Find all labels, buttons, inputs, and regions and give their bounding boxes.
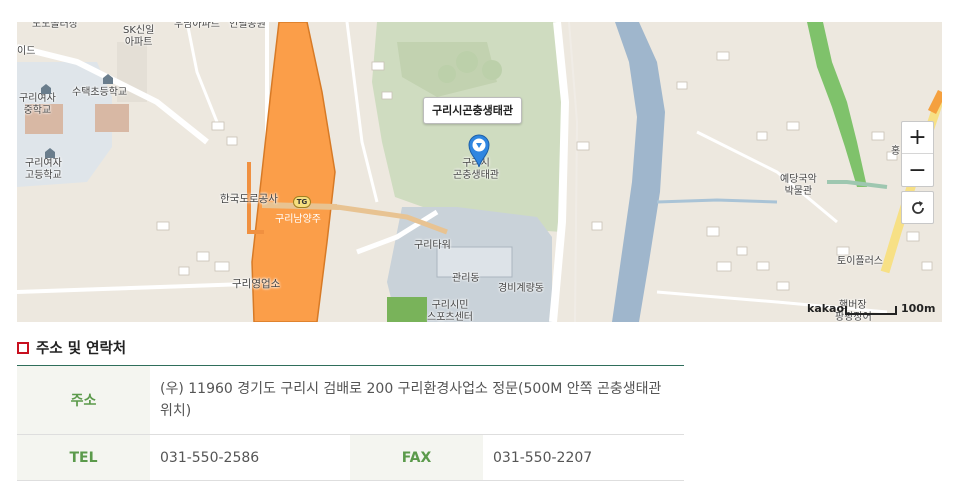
scale-bar — [845, 306, 897, 315]
map-view[interactable]: 노노돌러상 SK신일 아파트 우남아파트 인필공원 이드 구리여자 중학교 수택… — [17, 22, 942, 322]
section-title-text: 주소 및 연락처 — [36, 341, 127, 357]
map-label-guri-namyangju: 구리남양주 — [275, 214, 321, 225]
refresh-icon — [911, 200, 924, 214]
tollgate-badge: TG — [293, 196, 311, 208]
school-icon — [103, 74, 113, 84]
section-bullet-icon — [17, 341, 29, 354]
address-row: 주소 (우) 11960 경기도 구리시 검배로 200 구리환경사업소 정문(… — [17, 365, 684, 435]
tel-label: TEL — [17, 434, 150, 481]
contact-table: 주소 (우) 11960 경기도 구리시 검배로 200 구리환경사업소 정문(… — [17, 365, 684, 481]
map-label-yedang-museum: 예당국악 박물관 — [780, 174, 817, 197]
tel-value: 031-550-2586 — [150, 434, 350, 481]
scale-distance: 100m — [901, 302, 936, 315]
map-label-toy-plus: 토이플러스 — [837, 256, 883, 267]
school-icon — [45, 148, 55, 158]
map-label-guri-girls-high: 구리여자 고등학교 — [25, 158, 62, 181]
location-marker-icon[interactable] — [467, 132, 491, 168]
map-label-sk-apartment: SK신일 아파트 — [123, 25, 155, 48]
phone-row: TEL 031-550-2586 FAX 031-550-2207 — [17, 434, 684, 481]
zoom-control: + − — [901, 121, 934, 187]
address-value: (우) 11960 경기도 구리시 검배로 200 구리환경사업소 정문(500… — [150, 365, 684, 435]
zoom-in-button[interactable]: + — [902, 122, 933, 154]
map-label-ide: 이드 — [17, 46, 36, 57]
map-label-sutaek-elementary: 수택초등학교 — [72, 87, 128, 98]
map-label-park: 인필공원 — [229, 22, 266, 30]
map-label-guri-tower: 구리타워 — [414, 240, 451, 251]
fax-label: FAX — [350, 434, 483, 481]
refresh-button[interactable] — [901, 191, 934, 224]
section-title: 주소 및 연락처 — [17, 337, 126, 358]
map-label-nodolgil: 노노돌러상 — [32, 22, 78, 30]
map-label-guri-girls-middle: 구리여자 중학교 — [19, 93, 56, 116]
kakao-logo: kakao — [807, 302, 845, 315]
map-label-hong: 홍 — [891, 146, 901, 157]
map-label-korea-expressway: 한국도로공사 — [220, 193, 278, 205]
map-label-unam-apartment: 우남아파트 — [174, 22, 220, 30]
map-label-guri-sales-office: 구리영업소 — [232, 278, 281, 290]
location-callout[interactable]: 구리시곤충생태관 — [423, 97, 522, 124]
school-icon — [41, 84, 51, 94]
map-label-admin-building: 관리동 — [452, 273, 480, 284]
map-label-guard-building: 경비계량동 — [498, 283, 544, 294]
fax-value: 031-550-2207 — [483, 434, 684, 481]
zoom-out-button[interactable]: − — [902, 154, 933, 186]
map-label-sports-center: 구리시민 스포츠센터 — [427, 300, 473, 322]
address-label: 주소 — [17, 365, 150, 435]
